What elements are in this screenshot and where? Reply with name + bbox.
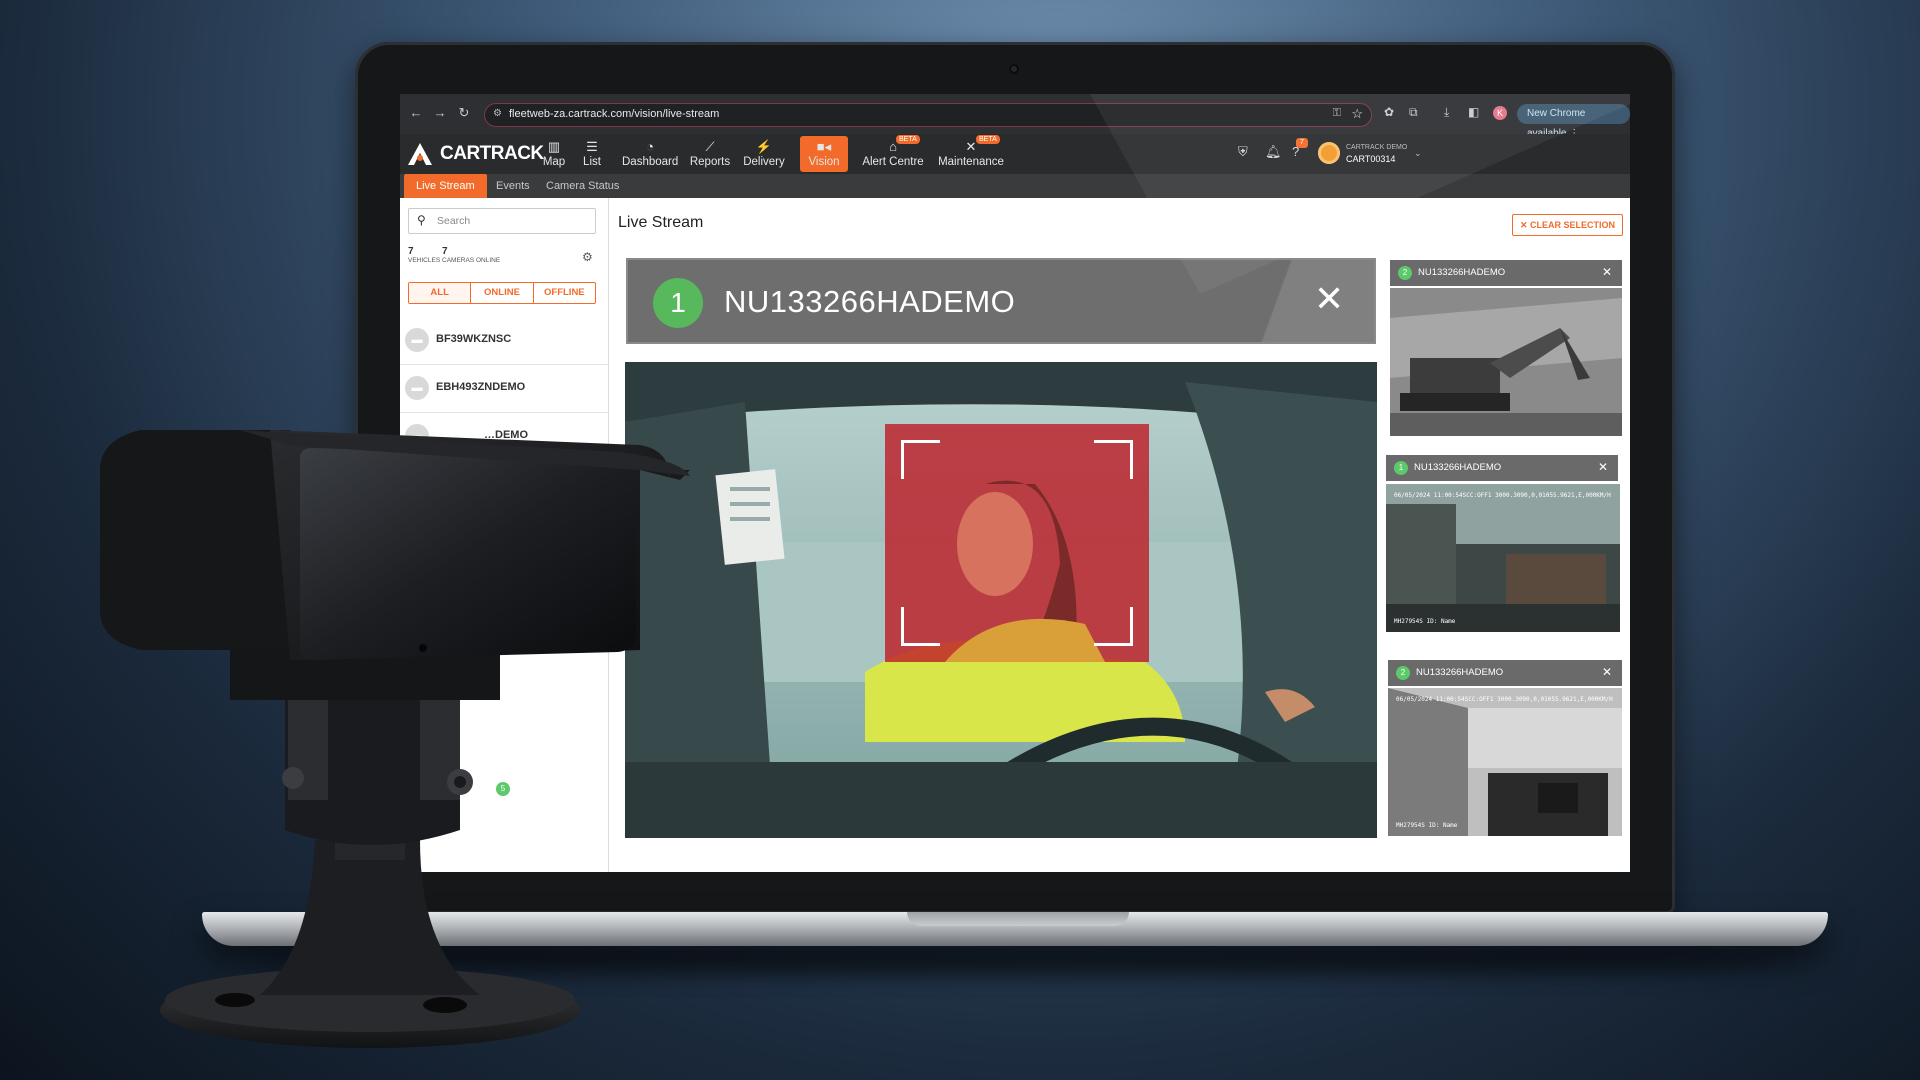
laptop-base <box>202 912 1828 946</box>
laptop-screen: ← → ↻ ⚙ fleetweb-za.cartrack.com/vision/… <box>400 94 1630 872</box>
laptop-webcam <box>1009 64 1019 74</box>
screen-glare <box>1090 94 1630 294</box>
laptop-notch <box>907 912 1129 926</box>
laptop-shadow <box>260 946 1780 976</box>
